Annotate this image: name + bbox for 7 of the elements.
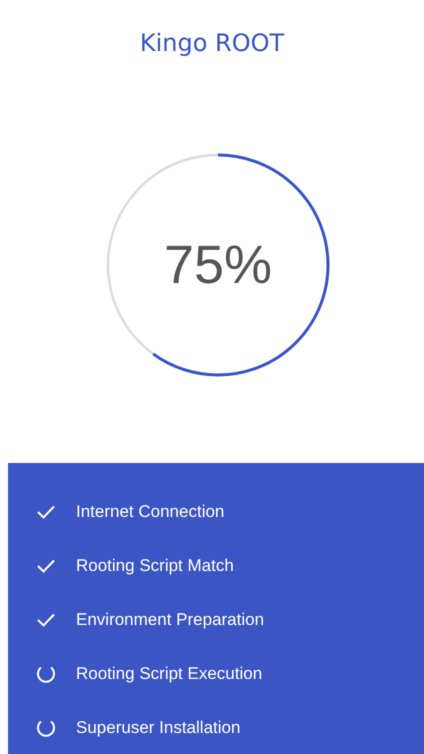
step-label: Internet Connection: [76, 502, 224, 522]
step-label: Rooting Script Execution: [76, 664, 262, 684]
step-label: Superuser Installation: [76, 718, 240, 738]
progress-percentage: 75%: [164, 234, 272, 296]
app-title: Kingo ROOT: [138, 29, 286, 57]
step-label: Environment Preparation: [76, 610, 264, 630]
step-label: Rooting Script Match: [76, 556, 234, 576]
